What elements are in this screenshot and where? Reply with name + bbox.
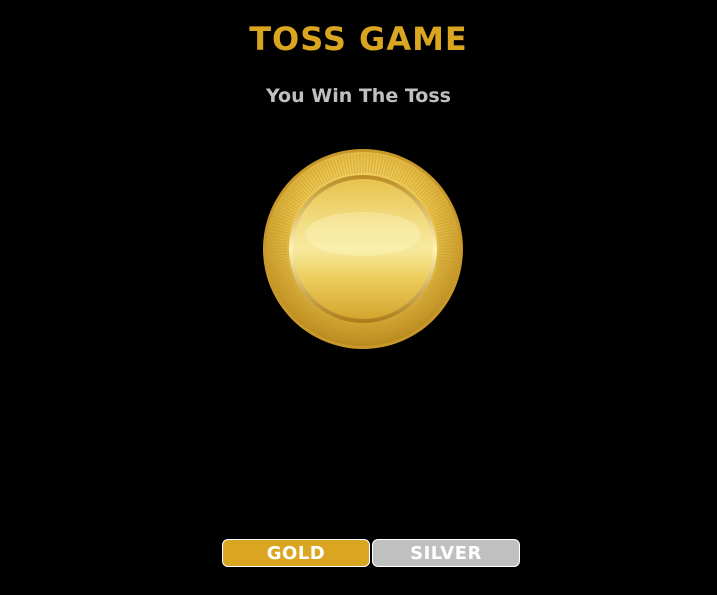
coin-choice-bar: GOLD SILVER [222, 539, 520, 567]
page-title: TOSS GAME [249, 20, 468, 58]
gold-coin-icon [263, 149, 463, 349]
toss-result-message: You Win The Toss [266, 85, 451, 107]
gold-button[interactable]: GOLD [222, 539, 370, 567]
silver-button[interactable]: SILVER [372, 539, 520, 567]
coin [262, 148, 464, 350]
